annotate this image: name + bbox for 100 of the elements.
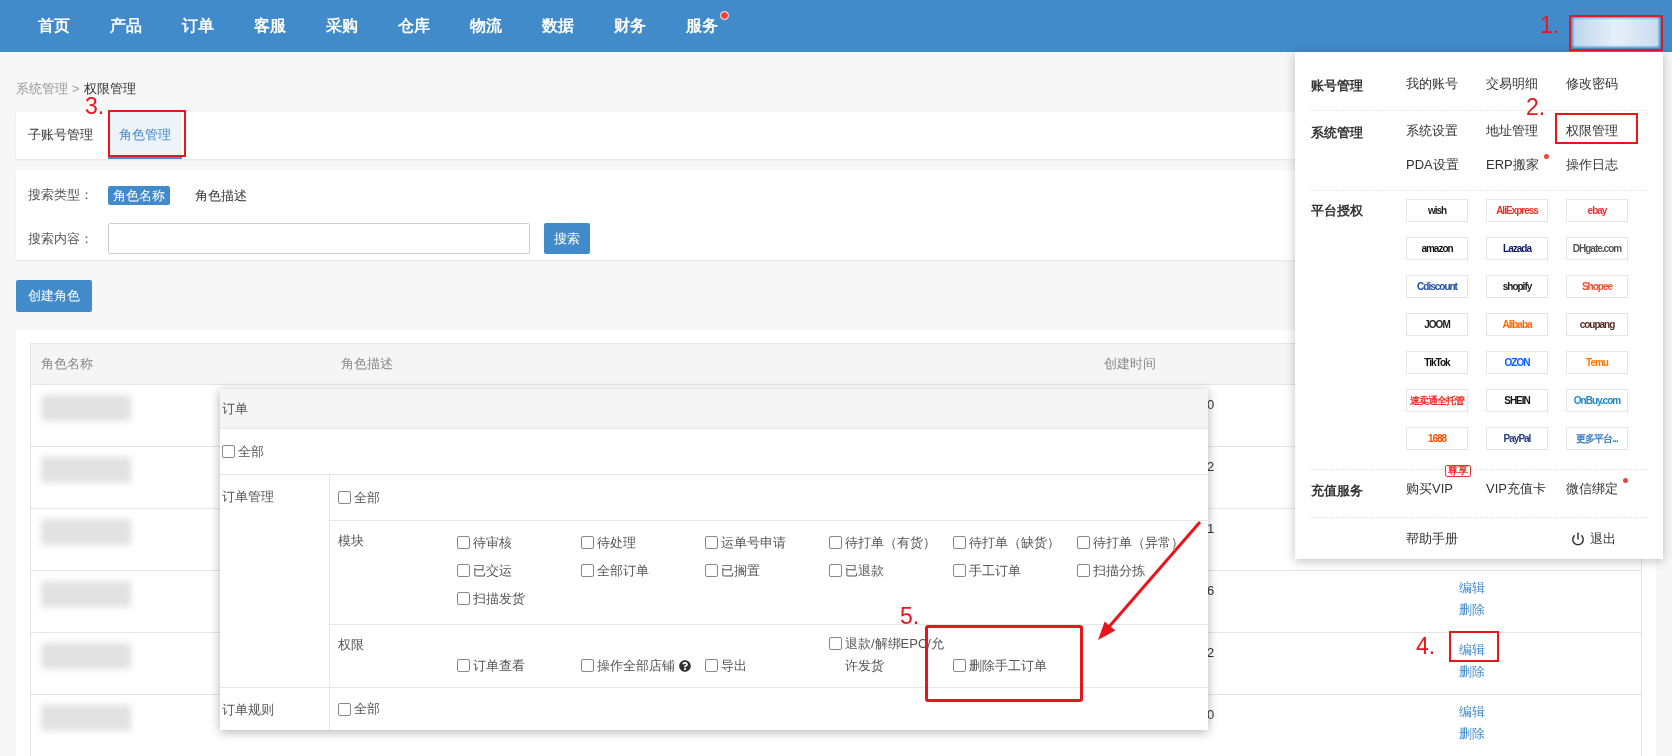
- search-button[interactable]: 搜索: [544, 223, 590, 254]
- menu-link[interactable]: 帮助手册: [1406, 529, 1486, 549]
- column-header: 角色名称: [40, 355, 94, 374]
- platform-logo[interactable]: amazon: [1406, 237, 1468, 260]
- menu-link[interactable]: ERP搬家: [1486, 157, 1539, 172]
- checkbox[interactable]: [829, 637, 842, 650]
- platform-logo[interactable]: JOOM: [1406, 313, 1468, 336]
- search-field[interactable]: [108, 223, 530, 254]
- table-cell: 6: [1207, 583, 1215, 598]
- checkbox[interactable]: [953, 536, 966, 549]
- platform-logo[interactable]: Shopee: [1566, 275, 1628, 298]
- checkbox[interactable]: [705, 564, 718, 577]
- platform-logo[interactable]: Temu: [1566, 351, 1628, 374]
- platform-logo[interactable]: PayPal: [1486, 427, 1548, 450]
- platform-logo[interactable]: Lazada: [1486, 237, 1548, 260]
- option-label: 全部: [354, 488, 380, 507]
- column-header: 创建时间: [1103, 355, 1157, 374]
- checkbox[interactable]: [338, 702, 351, 716]
- checkbox[interactable]: [581, 564, 594, 577]
- nav-item[interactable]: 数据: [542, 17, 574, 34]
- breadcrumb-current: 权限管理: [83, 80, 136, 97]
- menu-link[interactable]: PDA设置: [1406, 157, 1459, 172]
- platform-logo[interactable]: OZON: [1486, 351, 1548, 374]
- checkbox[interactable]: [829, 536, 842, 549]
- option-label: 导出: [721, 657, 747, 675]
- action-link[interactable]: 删除: [1459, 661, 1485, 683]
- option-label: 订单查看: [473, 657, 525, 675]
- menu-section-title: 平台授权: [1311, 203, 1363, 218]
- option-label: 待打单（缺货）: [969, 534, 1060, 552]
- breadcrumb-separator: >: [72, 80, 80, 98]
- checkbox[interactable]: [705, 536, 718, 549]
- nav-item[interactable]: 客服: [254, 17, 286, 34]
- search-type-option[interactable]: 角色名称: [108, 185, 170, 205]
- nav-item[interactable]: 物流: [470, 17, 502, 34]
- tab[interactable]: 角色管理: [108, 112, 182, 159]
- checkbox[interactable]: [953, 659, 966, 672]
- checkbox[interactable]: [457, 659, 470, 672]
- menu-link[interactable]: 微信绑定: [1566, 481, 1618, 496]
- checkbox[interactable]: [581, 536, 594, 549]
- action-link[interactable]: 删除: [1459, 723, 1485, 745]
- logout-link[interactable]: 退出: [1566, 529, 1646, 549]
- platform-logo[interactable]: wish: [1406, 199, 1468, 222]
- checkbox[interactable]: [457, 592, 470, 605]
- breadcrumb-link[interactable]: 系统管理: [16, 79, 68, 99]
- platform-logo[interactable]: Cdiscount: [1406, 275, 1468, 298]
- platform-logo[interactable]: ebay: [1566, 199, 1628, 222]
- platform-logo[interactable]: coupang: [1566, 313, 1628, 336]
- checkbox[interactable]: [457, 564, 470, 577]
- nav-item[interactable]: 服务: [686, 17, 718, 34]
- platform-logo[interactable]: SHEIN: [1486, 389, 1548, 412]
- option-label: 待打单（异常）: [1093, 534, 1184, 552]
- action-link[interactable]: 编辑: [1459, 577, 1485, 599]
- action-link[interactable]: 删除: [1459, 599, 1485, 621]
- menu-link[interactable]: VIP充值卡: [1486, 481, 1546, 496]
- menu-link[interactable]: 交易明细: [1486, 76, 1538, 91]
- platform-logo[interactable]: Alibaba: [1486, 313, 1548, 336]
- platform-logo[interactable]: TikTok: [1406, 351, 1468, 374]
- menu-link[interactable]: 修改密码: [1566, 76, 1618, 91]
- badge: 尊享: [1445, 465, 1471, 477]
- platform-logo[interactable]: 速卖通全托管: [1406, 389, 1468, 412]
- platform-logo[interactable]: AliExpress: [1486, 199, 1548, 222]
- annotation-number: 4.: [1416, 633, 1436, 659]
- checkbox[interactable]: [222, 445, 235, 458]
- nav-item[interactable]: 仓库: [398, 17, 430, 34]
- platform-logo[interactable]: 更多平台...: [1566, 427, 1628, 450]
- checkbox[interactable]: [953, 564, 966, 577]
- platform-logo[interactable]: OnBuy.com: [1566, 389, 1628, 412]
- menu-link[interactable]: 系统设置: [1406, 123, 1458, 138]
- search-type-option[interactable]: 角色描述: [190, 185, 252, 205]
- checkbox[interactable]: [829, 564, 842, 577]
- menu-link[interactable]: 权限管理: [1566, 123, 1618, 138]
- create-role-button[interactable]: 创建角色: [16, 280, 92, 312]
- checkbox[interactable]: [1077, 536, 1090, 549]
- platform-logo[interactable]: 1688: [1406, 427, 1468, 450]
- option-label: 运单号申请: [721, 534, 786, 552]
- table-cell: 0: [1207, 397, 1215, 412]
- checkbox[interactable]: [705, 659, 718, 672]
- platform-logo[interactable]: shopify: [1486, 275, 1548, 298]
- nav-item[interactable]: 采购: [326, 17, 358, 34]
- group-label: 订单管理: [222, 489, 274, 504]
- table-cell: 2: [1207, 645, 1215, 660]
- option-label: 已搁置: [721, 562, 760, 580]
- menu-link[interactable]: 我的账号: [1406, 76, 1458, 91]
- checkbox[interactable]: [457, 536, 470, 549]
- nav-item[interactable]: 首页: [38, 17, 70, 34]
- nav-item[interactable]: 财务: [614, 17, 646, 34]
- checkbox[interactable]: [338, 491, 351, 504]
- menu-link[interactable]: 操作日志: [1566, 157, 1618, 172]
- menu-link[interactable]: 地址管理: [1486, 123, 1538, 138]
- menu-link[interactable]: 购买VIP: [1406, 481, 1453, 496]
- nav-item[interactable]: 订单: [182, 17, 214, 34]
- action-link[interactable]: 编辑: [1459, 701, 1485, 723]
- checkbox[interactable]: [581, 659, 594, 672]
- platform-logo[interactable]: DHgate.com: [1566, 237, 1628, 260]
- menu-section-title: 账号管理: [1311, 78, 1363, 93]
- menu-section-title: 充值服务: [1311, 483, 1363, 498]
- nav-item[interactable]: 产品: [110, 17, 142, 34]
- checkbox[interactable]: [1077, 564, 1090, 577]
- help-icon[interactable]: [679, 660, 691, 672]
- action-link[interactable]: 编辑: [1459, 639, 1485, 661]
